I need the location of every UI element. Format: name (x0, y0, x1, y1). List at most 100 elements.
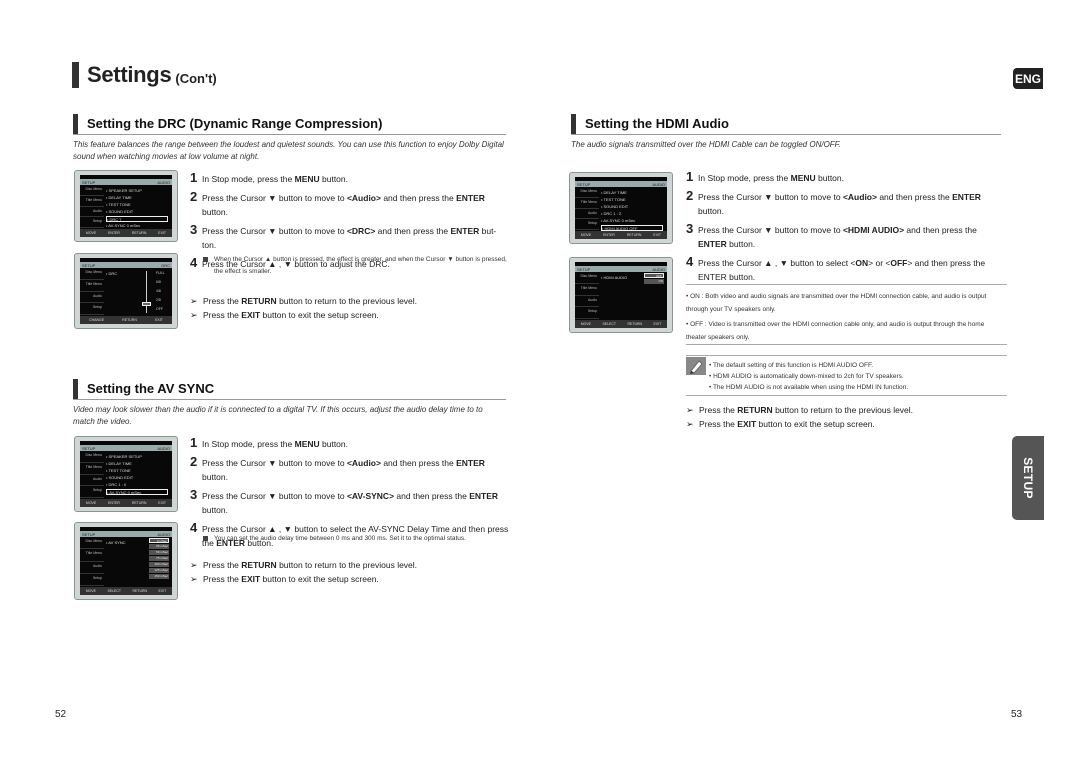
screen-sidebar-item: Audio (80, 207, 104, 218)
heading-bar (571, 113, 576, 134)
screen-sidebar-item: Setup (80, 486, 104, 498)
page-number-left: 52 (55, 709, 67, 720)
step-number: 3 (190, 222, 198, 237)
screen-sidebar-item: Title Menu (80, 463, 104, 475)
hdmi-bullet-on: • ON : Both video and audio signals are … (686, 293, 987, 313)
tv-screen: SETUP AUDIO Disc Menu Title Menu Audio Setup •… (575, 177, 667, 239)
screen-option: 25 mSec (149, 544, 169, 549)
tip-text-part: Press the (203, 310, 242, 320)
tip-text: Press the RETURN button to return to the… (203, 558, 417, 572)
screen-sidebar-item: Title Menu (80, 280, 104, 292)
tip-text-part: Press the (203, 560, 242, 570)
avsync-heading: Setting the AV SYNC (73, 378, 506, 400)
screen-footer-label: RETURN (122, 318, 137, 322)
screen-footer-label: RETURN (131, 231, 147, 235)
page-title: Settings (Con't) (72, 62, 217, 88)
step-text: Press the Cursor ▼ button to move to <DR… (202, 223, 510, 252)
step-keyword: MENU (294, 439, 320, 449)
step-number: 3 (190, 487, 198, 502)
step-text-part: Press the Cursor ▼ button to move to (202, 491, 347, 501)
step-text-part: Press the Cursor ▼ button to move to (698, 225, 843, 235)
step-item: 3 Press the Cursor ▼ button to move to <D… (190, 223, 510, 252)
tip-item: ➢ Press the EXIT button to exit the setup… (686, 417, 1006, 431)
step-text-part: > or < (868, 258, 891, 268)
screen-footer-label: EXIT (158, 589, 167, 593)
hdmi-bullets: • ON : Both video and audio signals are … (686, 290, 1006, 344)
avsync-tips: ➢ Press the RETURN button to return to th… (190, 558, 510, 586)
step-text: Press the Cursor ▼ button to move to <AV… (202, 488, 510, 517)
tip-text: Press the RETURN button to return to the… (699, 403, 913, 417)
screen-sidebar-item: Setup (80, 303, 104, 315)
divider (686, 395, 1007, 396)
title-text: Settings (87, 62, 172, 87)
step-text-part: In Stop mode, press the (202, 174, 295, 184)
screen-menu-row: • DRC 1 : 0 (106, 482, 127, 487)
tip-text-part: Press the (699, 405, 738, 415)
tip-text-part: button to exit the setup screen. (260, 310, 379, 320)
tip-keyword: EXIT (241, 574, 261, 584)
screen-header-right: AUDIO (652, 267, 665, 272)
screen-header-right: DRC (161, 263, 170, 268)
tip-text-part: Press the (699, 419, 738, 429)
avsync-note-text: You can set the audio delay time between… (214, 535, 466, 542)
screen-menu-row: • AV-SYNC 0 mSec (106, 489, 168, 495)
screen-option: ON (644, 279, 664, 284)
step-number: 1 (190, 170, 198, 185)
screen-footer-label: SELECT (602, 322, 617, 326)
tip-keyword: RETURN (241, 560, 277, 570)
screen-sidebar-item: Disc Menu (80, 268, 104, 280)
screen-footer-label: ENTER (108, 501, 120, 505)
screen-menu-row: • AV-SYNC 0 mSec (601, 218, 636, 223)
drc-heading-text: Setting the DRC (Dynamic Range Compressi… (87, 116, 383, 131)
step-keyword: ENTER (698, 239, 727, 249)
screen-sidebar-item: Disc Menu (80, 451, 104, 463)
screen-footer-label: RETURN (626, 233, 642, 237)
screen-sidebar-item: Setup (80, 217, 104, 228)
step-text-part: and then press the (375, 226, 451, 236)
screen-footer: MOVE SELECT RETURN EXIT (80, 587, 172, 595)
avsync-section: Setting the AV SYNC Video may look slowe… (73, 378, 506, 428)
tip-text: Press the EXIT button to exit the setup … (203, 308, 379, 322)
screen-footer-label: EXIT (158, 231, 167, 235)
screen-footer-label: MOVE (85, 501, 97, 505)
step-text-part: and then press the (394, 491, 470, 501)
screen-footer-label: MOVE (580, 322, 592, 326)
screen-header-right: AUDIO (157, 446, 170, 451)
step-text: Press the Cursor ▲ , ▼ button to select … (698, 255, 1006, 284)
drc-screen-2: SETUP DRC Disc Menu Title Menu Audio Setup • D… (74, 253, 178, 329)
screen-option: 0 mSec (149, 538, 169, 543)
step-item: 1 In Stop mode, press the MENU button. (686, 170, 1006, 185)
screen-footer-label: SELECT (107, 589, 122, 593)
hdmi-screen-2: SETUP AUDIO Disc Menu Title Menu Audio Setup •… (569, 257, 673, 333)
screen-menu-row: • SOUND EDIT (106, 475, 134, 480)
tv-screen: SETUP AUDIO Disc Menu Title Menu Audio Setup •… (80, 441, 172, 507)
screen-menu-row: • TEST TONE (106, 468, 131, 473)
step-item: 1 In Stop mode, press the MENU button. (190, 171, 510, 186)
screen-footer-label: MOVE (580, 233, 592, 237)
step-keyword: <Audio> (346, 458, 381, 468)
heading-bar (73, 113, 78, 134)
step-text: In Stop mode, press the MENU button. (202, 436, 510, 451)
hdmi-tips: ➢ Press the RETURN button to return to th… (686, 403, 1006, 431)
arrow-icon: ➢ (190, 574, 198, 584)
step-number: 1 (686, 169, 694, 184)
step-text-part: and then press the (904, 225, 977, 235)
screen-sidebar-item: Setup (575, 307, 599, 319)
drc-note-text: When the Cursor ▲ button is pressed, the… (214, 256, 507, 275)
drc-level-label: 4/8 (156, 289, 161, 293)
screen-sidebar-item: Title Menu (80, 196, 104, 207)
screen-footer-label: EXIT (155, 318, 163, 322)
step-keyword: ENTER (450, 226, 480, 236)
tv-screen: SETUP DRC Disc Menu Title Menu Audio Setup • D… (80, 258, 172, 324)
step-text-part: Press the Cursor ▼ button to move to (202, 458, 347, 468)
screen-menu-row: • DELAY TIME (106, 195, 132, 200)
step-number: 2 (190, 454, 198, 469)
step-number: 2 (190, 189, 198, 204)
arrow-icon: ➢ (190, 296, 198, 306)
tip-item: ➢ Press the RETURN button to return to th… (190, 558, 510, 572)
screen-menu-row: • DELAY TIME (106, 461, 132, 466)
language-badge: ENG (1013, 68, 1043, 89)
screen-sidebar-item: Audio (80, 475, 104, 487)
hdmi-intro: The audio signals transmitted over the H… (571, 140, 841, 149)
step-text-part: button. (698, 206, 724, 216)
